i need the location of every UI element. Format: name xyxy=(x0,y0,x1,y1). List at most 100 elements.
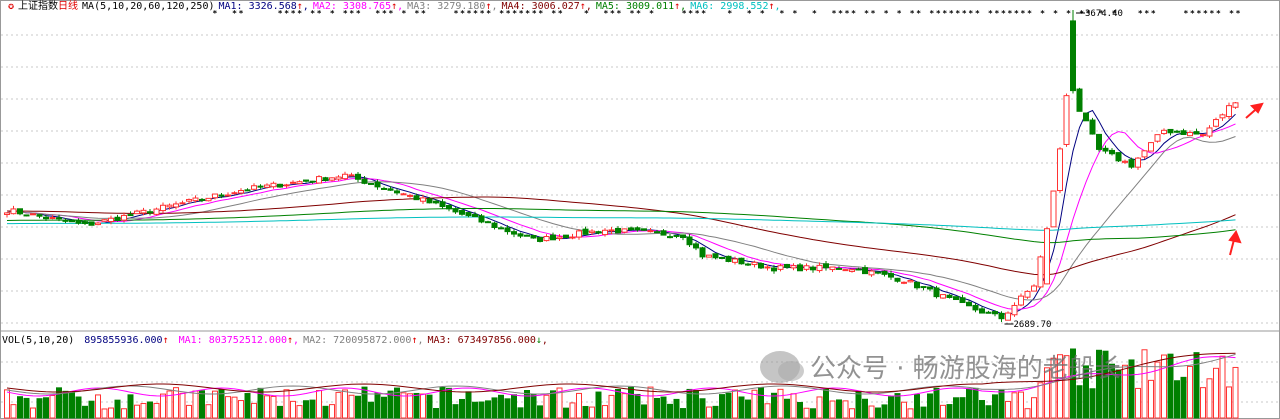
volume-bar xyxy=(62,390,69,419)
volume-bar xyxy=(368,401,374,419)
candle-body xyxy=(602,229,608,236)
volume-bar xyxy=(712,405,719,419)
candle-body xyxy=(212,193,218,199)
volume-bar xyxy=(283,389,290,419)
candle-body xyxy=(30,213,36,216)
volume-bar xyxy=(920,406,927,419)
candle-body xyxy=(504,227,511,233)
volume-bar xyxy=(790,393,797,419)
candle-body xyxy=(803,265,810,270)
volume-ma-value-1: MA1: 803752512.000↑, xyxy=(178,335,300,346)
volume-bar xyxy=(498,394,504,419)
volume-bar xyxy=(1193,352,1200,419)
candle-body xyxy=(1128,159,1135,168)
candle-body xyxy=(257,185,264,188)
volume-bar xyxy=(719,394,725,419)
volume-bar xyxy=(108,407,114,419)
candle-body xyxy=(979,308,985,314)
candle-body xyxy=(1180,130,1187,135)
candle-body xyxy=(914,281,920,289)
watermark: 公众号 · 畅游股海的老船长 xyxy=(760,348,1121,385)
volume-ma-value-2: MA2: 720095872.000↑, xyxy=(303,335,424,346)
volume-bar xyxy=(1206,378,1213,419)
candle-body xyxy=(134,210,140,215)
volume-bar xyxy=(517,407,524,419)
candle-body xyxy=(537,236,543,242)
volume-bar xyxy=(524,390,530,419)
candle-body xyxy=(82,221,88,224)
candle-body xyxy=(764,266,771,269)
candle-body xyxy=(712,253,719,259)
candle-body xyxy=(829,266,836,271)
candle-body xyxy=(881,270,888,275)
volume-bar xyxy=(374,392,381,419)
volume-bar xyxy=(186,404,192,419)
candle-body xyxy=(10,208,17,215)
candle-body xyxy=(446,205,452,210)
candle-body xyxy=(433,200,439,204)
volume-bar xyxy=(543,394,550,419)
volume-bar xyxy=(862,398,868,419)
volume-bar xyxy=(381,396,387,419)
volume-bar xyxy=(10,404,17,419)
volume-bar xyxy=(842,400,849,419)
candle-body xyxy=(1219,114,1226,119)
volume-bar xyxy=(1031,397,1037,419)
candle-body xyxy=(907,279,914,283)
candle-body xyxy=(1024,290,1031,298)
candle-body xyxy=(855,268,862,271)
candle-body xyxy=(1096,133,1102,150)
volume-bar xyxy=(985,405,992,419)
candle-body xyxy=(413,195,420,201)
candle-body xyxy=(751,261,758,266)
volume-bar xyxy=(530,393,537,419)
volume-bar xyxy=(4,389,10,419)
volume-bar xyxy=(868,405,875,419)
volume-bar xyxy=(1180,376,1187,419)
candle-body xyxy=(329,177,335,181)
candle-body xyxy=(1063,95,1070,145)
candle-body xyxy=(374,181,381,188)
candle-body xyxy=(1226,105,1232,118)
volume-bar xyxy=(452,404,459,419)
candle-body xyxy=(264,184,270,188)
ma-value-1: MA1: 3326.568↑, xyxy=(218,1,309,12)
volume-bar xyxy=(849,408,855,419)
candle-body xyxy=(959,297,966,304)
candle-body xyxy=(1102,147,1109,152)
ma-value-2: MA2: 3308.765↑, xyxy=(312,1,404,12)
ma-value-6: MA6: 2998.552↑, xyxy=(690,1,781,12)
candle-body xyxy=(777,265,784,270)
volume-bar xyxy=(420,393,426,419)
candle-body xyxy=(673,234,680,237)
candle-body xyxy=(381,187,387,190)
candle-body xyxy=(868,270,875,276)
candle-body xyxy=(582,228,589,235)
red-arrow-icon xyxy=(1245,102,1264,119)
volume-bar xyxy=(881,404,888,419)
candle-body xyxy=(101,219,108,222)
candle-body xyxy=(88,221,95,226)
candle-body xyxy=(1005,312,1011,321)
index-title[interactable]: 上证指数 xyxy=(18,0,58,14)
candle-body xyxy=(1037,256,1044,288)
candle-body xyxy=(244,189,251,192)
candle-body xyxy=(114,216,121,221)
candle-body xyxy=(621,228,628,233)
candle-body xyxy=(439,201,446,208)
candle-body xyxy=(290,181,296,184)
candle-body xyxy=(251,185,257,190)
candle-body xyxy=(1154,134,1161,142)
volume-bar xyxy=(1174,380,1180,419)
candle-body xyxy=(1200,134,1206,137)
candle-body xyxy=(465,212,472,217)
volume-bar xyxy=(628,386,634,419)
candle-body xyxy=(186,198,192,202)
volume-bar xyxy=(485,400,491,419)
volume-bar xyxy=(69,392,75,419)
volume-bar xyxy=(699,398,706,419)
volume-bar xyxy=(836,399,842,419)
candle-body xyxy=(348,174,355,177)
period-label[interactable]: 日线 xyxy=(58,0,78,14)
volume-bar xyxy=(816,396,823,419)
